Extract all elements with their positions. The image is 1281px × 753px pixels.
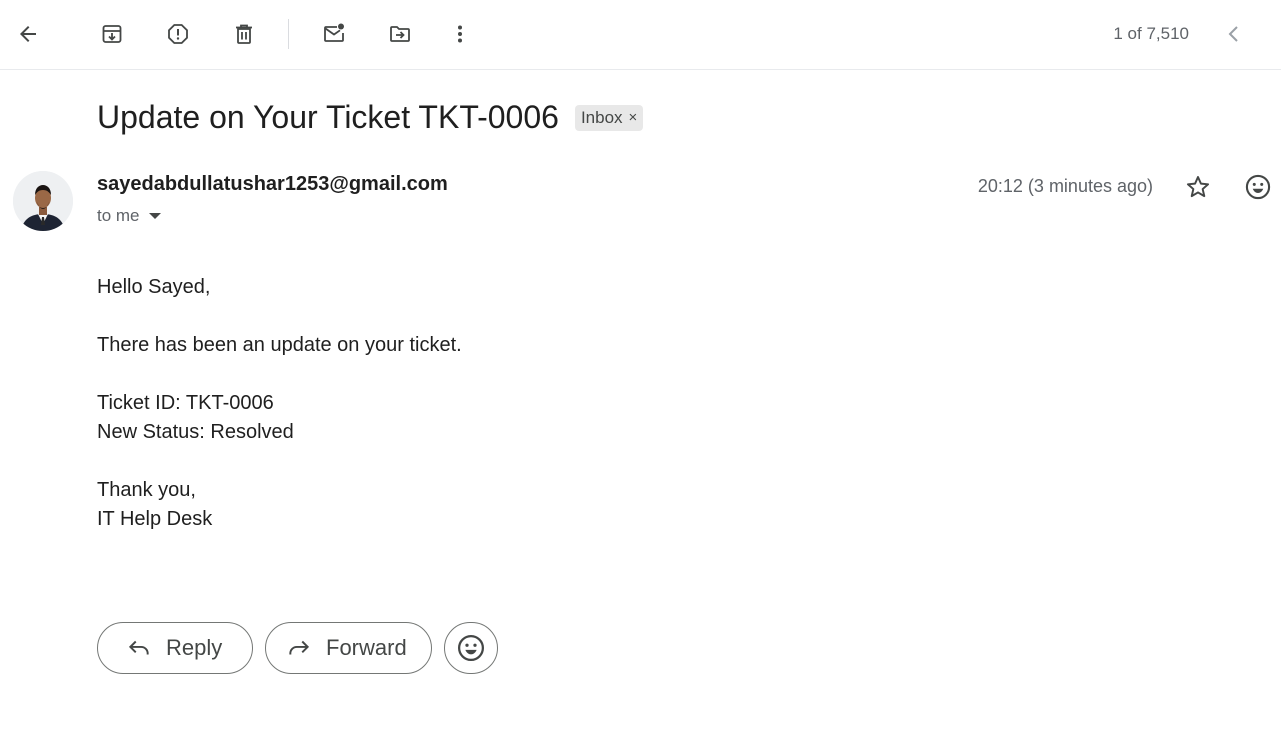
emoji-icon [1245,174,1271,200]
remove-label-button[interactable]: × [629,109,638,126]
forward-button[interactable]: Forward [265,622,432,674]
move-to-icon [390,26,410,42]
reply-button[interactable]: Reply [97,622,253,674]
body-intro: There has been an update on your ticket. [97,334,462,356]
body-new-status: New Status: Resolved [97,421,294,443]
avatar-photo [13,171,73,231]
chevron-left-icon [1228,26,1238,42]
message-toolbar: 1 of 7,510 [0,0,1281,70]
caret-down-icon [148,213,161,219]
back-button[interactable] [8,14,48,54]
report-spam-icon [168,24,188,44]
toolbar-divider [288,19,289,49]
more-vert-icon [458,25,462,43]
react-button[interactable] [444,622,498,674]
more-options-button[interactable] [440,14,480,54]
newer-button[interactable] [1214,14,1254,54]
add-reaction-button[interactable] [1241,170,1275,204]
delete-button[interactable] [224,14,264,54]
body-closing: Thank you, [97,479,196,501]
star-icon [1186,176,1210,198]
email-subject: Update on Your Ticket TKT-0006 Inbox × [97,99,644,136]
sender-email[interactable]: sayedabdullatushar1253@gmail.com [97,173,448,196]
archive-button[interactable] [92,14,132,54]
mark-unread-button[interactable] [314,14,354,54]
arrow-back-icon [20,26,36,42]
recipient-text: to me [97,206,140,225]
email-timestamp: 20:12 (3 minutes ago) [977,176,1153,196]
body-ticket-id: Ticket ID: TKT-0006 [97,392,274,414]
body-signature: IT Help Desk [97,508,213,530]
forward-icon [289,640,310,655]
forward-label: Forward [326,635,407,660]
recipient-details-toggle[interactable]: to me [97,206,161,226]
move-to-button[interactable] [380,14,420,54]
body-greeting: Hello Sayed, [97,276,211,298]
emoji-icon [458,635,484,661]
mark-unread-icon [324,23,344,42]
subject-text: Update on Your Ticket TKT-0006 [97,99,559,135]
inbox-label-chip[interactable]: Inbox × [574,104,644,131]
label-text: Inbox [580,107,623,127]
sender-avatar[interactable] [13,171,73,231]
trash-icon [236,24,252,44]
report-spam-button[interactable] [158,14,198,54]
reply-label: Reply [166,635,223,660]
reply-icon [128,640,149,655]
star-button[interactable] [1181,170,1215,204]
archive-icon [102,25,122,43]
pager-count: 1 of 7,510 [1113,24,1189,43]
email-body: Hello Sayed, There has been an update on… [97,273,462,563]
